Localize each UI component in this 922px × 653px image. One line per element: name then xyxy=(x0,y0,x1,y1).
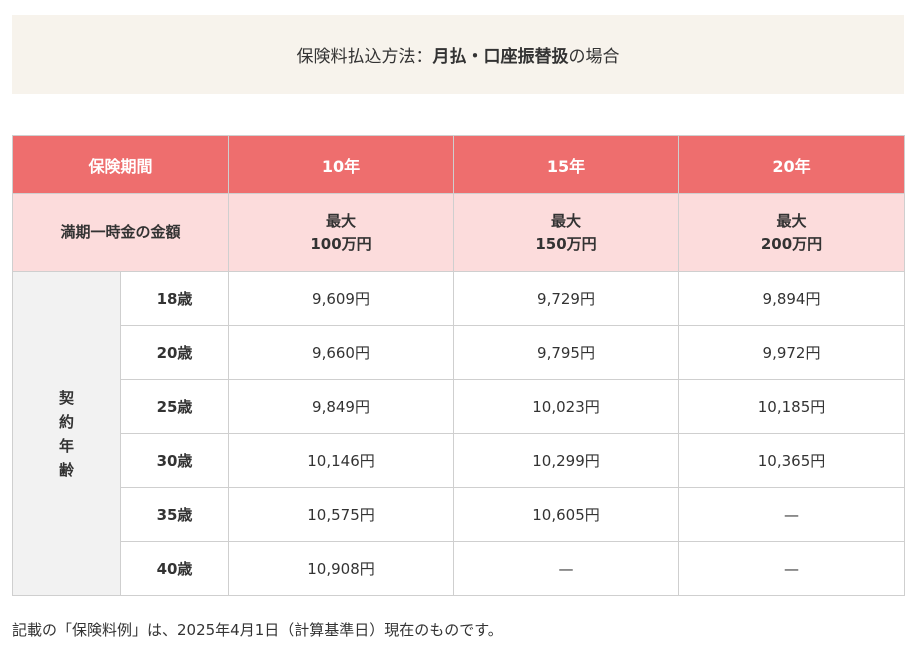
table-row: 25歳 9,849円 10,023円 10,185円 xyxy=(13,379,906,434)
premium-cell: 10,908円 xyxy=(228,541,455,596)
maturity-row: 満期一時金の金額 最大 100万円 最大 150万円 最大 200万円 xyxy=(11,193,906,272)
premium-cell: 10,023円 xyxy=(453,379,680,434)
period-label: 保険期間 xyxy=(11,135,230,194)
premium-cell: 9,609円 xyxy=(228,271,455,326)
premium-cell: 9,894円 xyxy=(678,271,906,326)
period-15y: 15年 xyxy=(453,135,680,194)
maturity-amount-line2: 200万円 xyxy=(760,234,823,253)
table-row: 40歳 10,908円 — — xyxy=(13,541,906,596)
age-label: 35歳 xyxy=(119,487,230,542)
maturity-amount-line2: 150万円 xyxy=(535,234,597,253)
table-row: 35歳 10,575円 10,605円 — xyxy=(13,487,906,542)
premium-cell: — xyxy=(678,487,906,542)
contract-age-char: 契 xyxy=(58,388,74,407)
period-10y: 10年 xyxy=(228,135,455,194)
premium-cell: 10,365円 xyxy=(678,433,906,488)
premium-cell: 9,972円 xyxy=(678,325,906,380)
maturity-amount-line1: 最大 xyxy=(326,211,357,230)
premium-cell: 9,729円 xyxy=(453,271,680,326)
premium-cell: 10,605円 xyxy=(453,487,680,542)
maturity-amount-20y: 最大 200万円 xyxy=(678,193,906,272)
contract-age-label: 契 約 年 齢 xyxy=(12,271,121,596)
age-label: 18歳 xyxy=(119,271,230,326)
contract-age-char: 約 xyxy=(58,412,74,431)
table-row: 契 約 年 齢 18歳 9,609円 9,729円 9,894円 xyxy=(12,271,906,596)
maturity-amount-line2: 100万円 xyxy=(310,234,372,253)
payment-method-suffix: の場合 xyxy=(568,47,620,67)
period-header-row: 保険期間 10年 15年 20年 xyxy=(11,135,906,194)
payment-method-prefix: 保険料払込方法： xyxy=(296,47,433,67)
age-label: 25歳 xyxy=(119,379,230,434)
maturity-amount-line1: 最大 xyxy=(551,211,582,230)
age-label: 40歳 xyxy=(119,541,230,596)
premium-cell: — xyxy=(678,541,906,596)
maturity-label: 満期一時金の金額 xyxy=(11,193,230,272)
table-row: 30歳 10,146円 10,299円 10,365円 xyxy=(13,433,906,488)
premium-cell: 10,299円 xyxy=(453,433,680,488)
period-20y: 20年 xyxy=(678,135,906,194)
contract-age-char: 年 xyxy=(58,436,74,455)
premium-cell: 10,575円 xyxy=(228,487,455,542)
premium-cell: 9,795円 xyxy=(453,325,680,380)
premium-cell: 9,660円 xyxy=(228,325,455,380)
premium-cell: — xyxy=(453,541,680,596)
premium-cell: 10,146円 xyxy=(228,433,455,488)
table-row: 20歳 9,660円 9,795円 9,972円 xyxy=(13,325,906,380)
maturity-amount-10y: 最大 100万円 xyxy=(228,193,455,272)
age-label: 30歳 xyxy=(119,433,230,488)
maturity-amount-line1: 最大 xyxy=(776,211,807,230)
premium-cell: 9,849円 xyxy=(228,379,455,434)
maturity-amount-15y: 最大 150万円 xyxy=(453,193,680,272)
payment-method-banner: 保険料払込方法： 月払・口座振替扱 の場合 xyxy=(12,15,904,94)
premium-cell: 10,185円 xyxy=(678,379,906,434)
contract-age-char: 齢 xyxy=(58,460,74,479)
payment-method-emphasis: 月払・口座振替扱 xyxy=(432,47,569,67)
age-label: 20歳 xyxy=(119,325,230,380)
premium-table: 保険期間 10年 15年 20年 満期一時金の金額 最大 100万円 最大 15… xyxy=(11,135,906,596)
footnote: 記載の「保険料例」は、2025年4月1日（計算基準日）現在のものです。 xyxy=(12,621,503,639)
